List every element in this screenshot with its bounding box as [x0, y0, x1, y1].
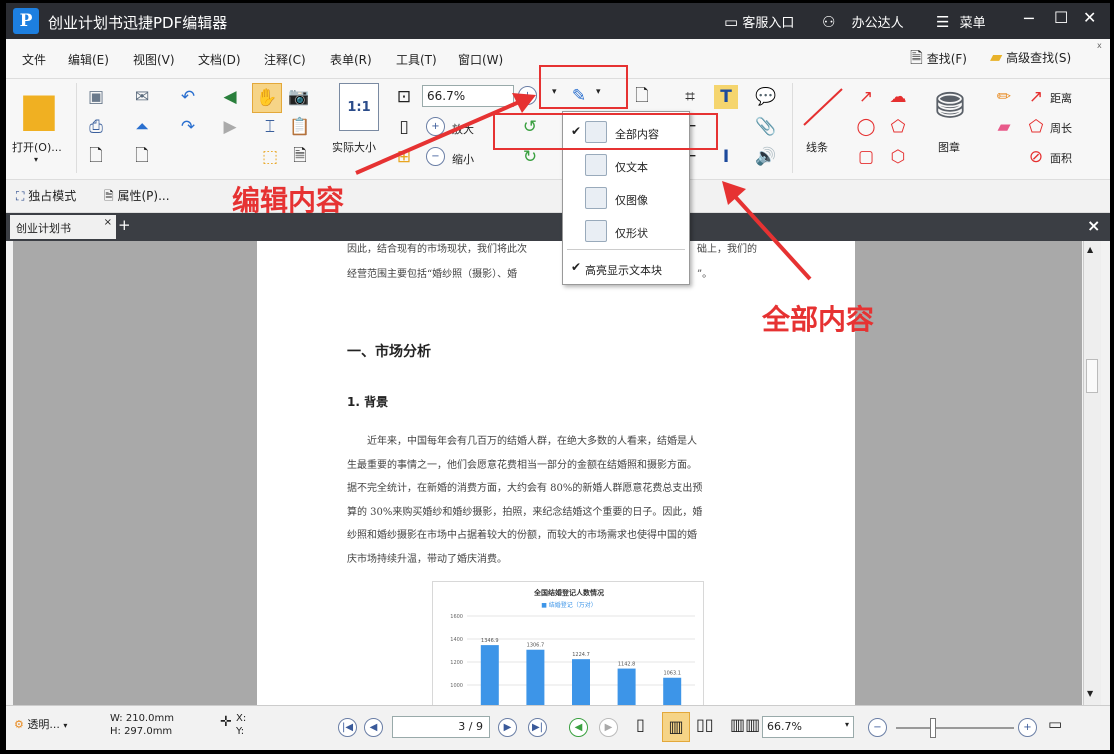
annotation-arrow-edit	[355, 97, 527, 175]
app-window: P 创业计划书迅捷PDF编辑器 ▭ 客服入口 ⚇ 办公达人 ☰ 菜单 ─ ☐ ✕…	[6, 3, 1110, 750]
annotation-arrow-all	[728, 189, 812, 281]
annotation-arrows	[355, 93, 812, 281]
annotation-all-content: 全部内容	[762, 303, 875, 336]
annotation-edit-content: 编辑内容	[232, 184, 345, 217]
annotation-arrowhead-all	[722, 181, 746, 205]
